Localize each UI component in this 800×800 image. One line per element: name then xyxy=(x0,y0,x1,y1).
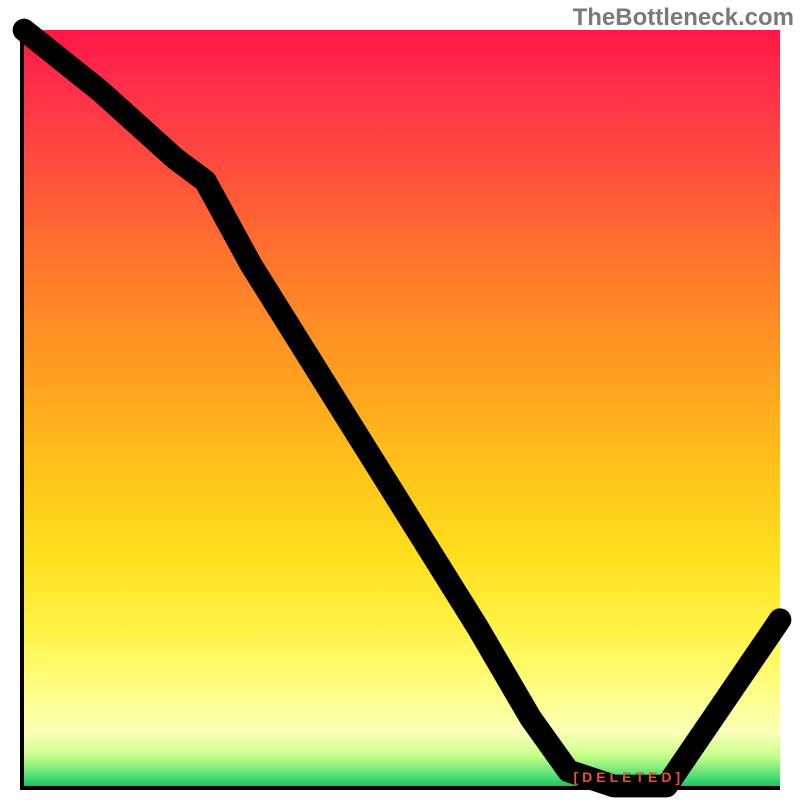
bottleneck-curve xyxy=(24,30,780,786)
watermark-text: TheBottleneck.com xyxy=(573,4,794,32)
chart-container: TheBottleneck.com [DELETED] xyxy=(0,0,800,800)
curve-layer xyxy=(24,30,780,786)
plot-area: [DELETED] xyxy=(20,30,780,790)
deleted-annotation: [DELETED] xyxy=(573,769,684,785)
